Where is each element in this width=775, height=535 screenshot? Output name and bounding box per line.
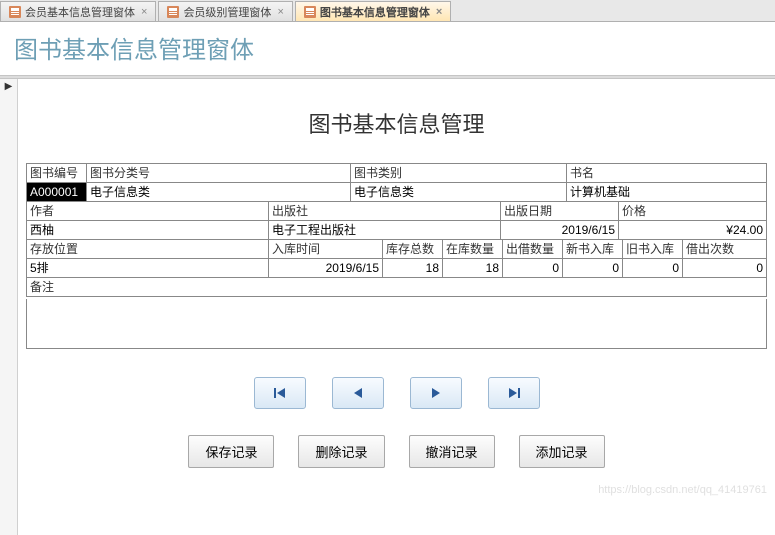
val-new-in[interactable]: 0: [562, 259, 622, 277]
nav-row: [26, 377, 767, 409]
tab-member-basic[interactable]: 会员基本信息管理窗体 ×: [0, 1, 156, 21]
val-book-name[interactable]: 计算机基础: [566, 183, 767, 201]
row2-values: 西柚 电子工程出版社 2019/6/15 ¥24.00: [26, 220, 767, 239]
lbl-lent: 出借数量: [502, 240, 562, 258]
val-lend-count[interactable]: 0: [682, 259, 767, 277]
lbl-author: 作者: [26, 202, 268, 220]
form-icon: [304, 6, 316, 18]
lbl-in-stock: 在库数量: [442, 240, 502, 258]
val-cat-name[interactable]: 电子信息类: [350, 183, 566, 201]
nav-last-button[interactable]: [488, 377, 540, 409]
lbl-price: 价格: [618, 202, 767, 220]
nav-next-button[interactable]: [410, 377, 462, 409]
lbl-publisher: 出版社: [268, 202, 500, 220]
tab-bar: 会员基本信息管理窗体 × 会员级别管理窗体 × 图书基本信息管理窗体 ×: [0, 0, 775, 22]
val-author[interactable]: 西柚: [26, 221, 268, 239]
tab-label: 图书基本信息管理窗体: [320, 4, 430, 20]
tab-label: 会员级别管理窗体: [183, 4, 271, 20]
lbl-location: 存放位置: [26, 240, 268, 258]
title-band: 图书基本信息管理窗体: [0, 22, 775, 75]
lbl-remark: 备注: [26, 278, 767, 296]
next-icon: [429, 386, 443, 400]
lbl-old-in: 旧书入库: [622, 240, 682, 258]
tab-book-basic[interactable]: 图书基本信息管理窗体 ×: [295, 1, 451, 21]
val-price[interactable]: ¥24.00: [618, 221, 767, 239]
page-title: 图书基本信息管理: [26, 107, 767, 139]
row1-values: A000001 电子信息类 电子信息类 计算机基础: [26, 182, 767, 201]
nav-first-button[interactable]: [254, 377, 306, 409]
val-in-date[interactable]: 2019/6/15: [268, 259, 382, 277]
val-publisher[interactable]: 电子工程出版社: [268, 221, 500, 239]
val-remark[interactable]: [26, 299, 767, 349]
row1-labels: 图书编号 图书分类号 图书类别 书名: [26, 163, 767, 182]
lbl-book-id: 图书编号: [26, 164, 86, 182]
add-button[interactable]: 添加记录: [519, 435, 605, 468]
val-location[interactable]: 5排: [26, 259, 268, 277]
tab-member-level[interactable]: 会员级别管理窗体 ×: [158, 1, 292, 21]
lbl-cat-id: 图书分类号: [86, 164, 350, 182]
cancel-button[interactable]: 撤消记录: [409, 435, 495, 468]
save-button[interactable]: 保存记录: [188, 435, 274, 468]
record-marker-icon: ▶: [5, 81, 13, 92]
last-icon: [507, 386, 521, 400]
form-icon: [9, 6, 21, 18]
close-icon[interactable]: ×: [277, 6, 283, 18]
lbl-stock-total: 库存总数: [382, 240, 442, 258]
val-stock-total[interactable]: 18: [382, 259, 442, 277]
prev-icon: [351, 386, 365, 400]
lbl-cat-name: 图书类别: [350, 164, 566, 182]
delete-button[interactable]: 删除记录: [298, 435, 384, 468]
band-title: 图书基本信息管理窗体: [14, 30, 761, 65]
close-icon[interactable]: ×: [436, 6, 442, 18]
val-pub-date[interactable]: 2019/6/15: [500, 221, 618, 239]
val-in-stock[interactable]: 18: [442, 259, 502, 277]
row2-labels: 作者 出版社 出版日期 价格: [26, 201, 767, 220]
lbl-new-in: 新书入库: [562, 240, 622, 258]
val-old-in[interactable]: 0: [622, 259, 682, 277]
tab-label: 会员基本信息管理窗体: [25, 4, 135, 20]
form-icon: [167, 6, 179, 18]
close-icon[interactable]: ×: [141, 6, 147, 18]
row3-values: 5排 2019/6/15 18 18 0 0 0 0: [26, 258, 767, 277]
row3-labels: 存放位置 入库时间 库存总数 在库数量 出借数量 新书入库 旧书入库 借出次数: [26, 239, 767, 258]
val-lent[interactable]: 0: [502, 259, 562, 277]
val-cat-id[interactable]: 电子信息类: [86, 183, 350, 201]
first-icon: [273, 386, 287, 400]
lbl-lend-count: 借出次数: [682, 240, 767, 258]
lbl-book-name: 书名: [566, 164, 767, 182]
lbl-in-date: 入库时间: [268, 240, 382, 258]
record-selector-gutter[interactable]: ▶: [0, 79, 18, 535]
action-row: 保存记录 删除记录 撤消记录 添加记录: [26, 435, 767, 468]
nav-prev-button[interactable]: [332, 377, 384, 409]
val-book-id[interactable]: A000001: [26, 183, 86, 201]
form-area: 图书基本信息管理 图书编号 图书分类号 图书类别 书名 A000001 电子信息…: [18, 79, 775, 535]
lbl-pub-date: 出版日期: [500, 202, 618, 220]
row-remark-label: 备注: [26, 277, 767, 296]
